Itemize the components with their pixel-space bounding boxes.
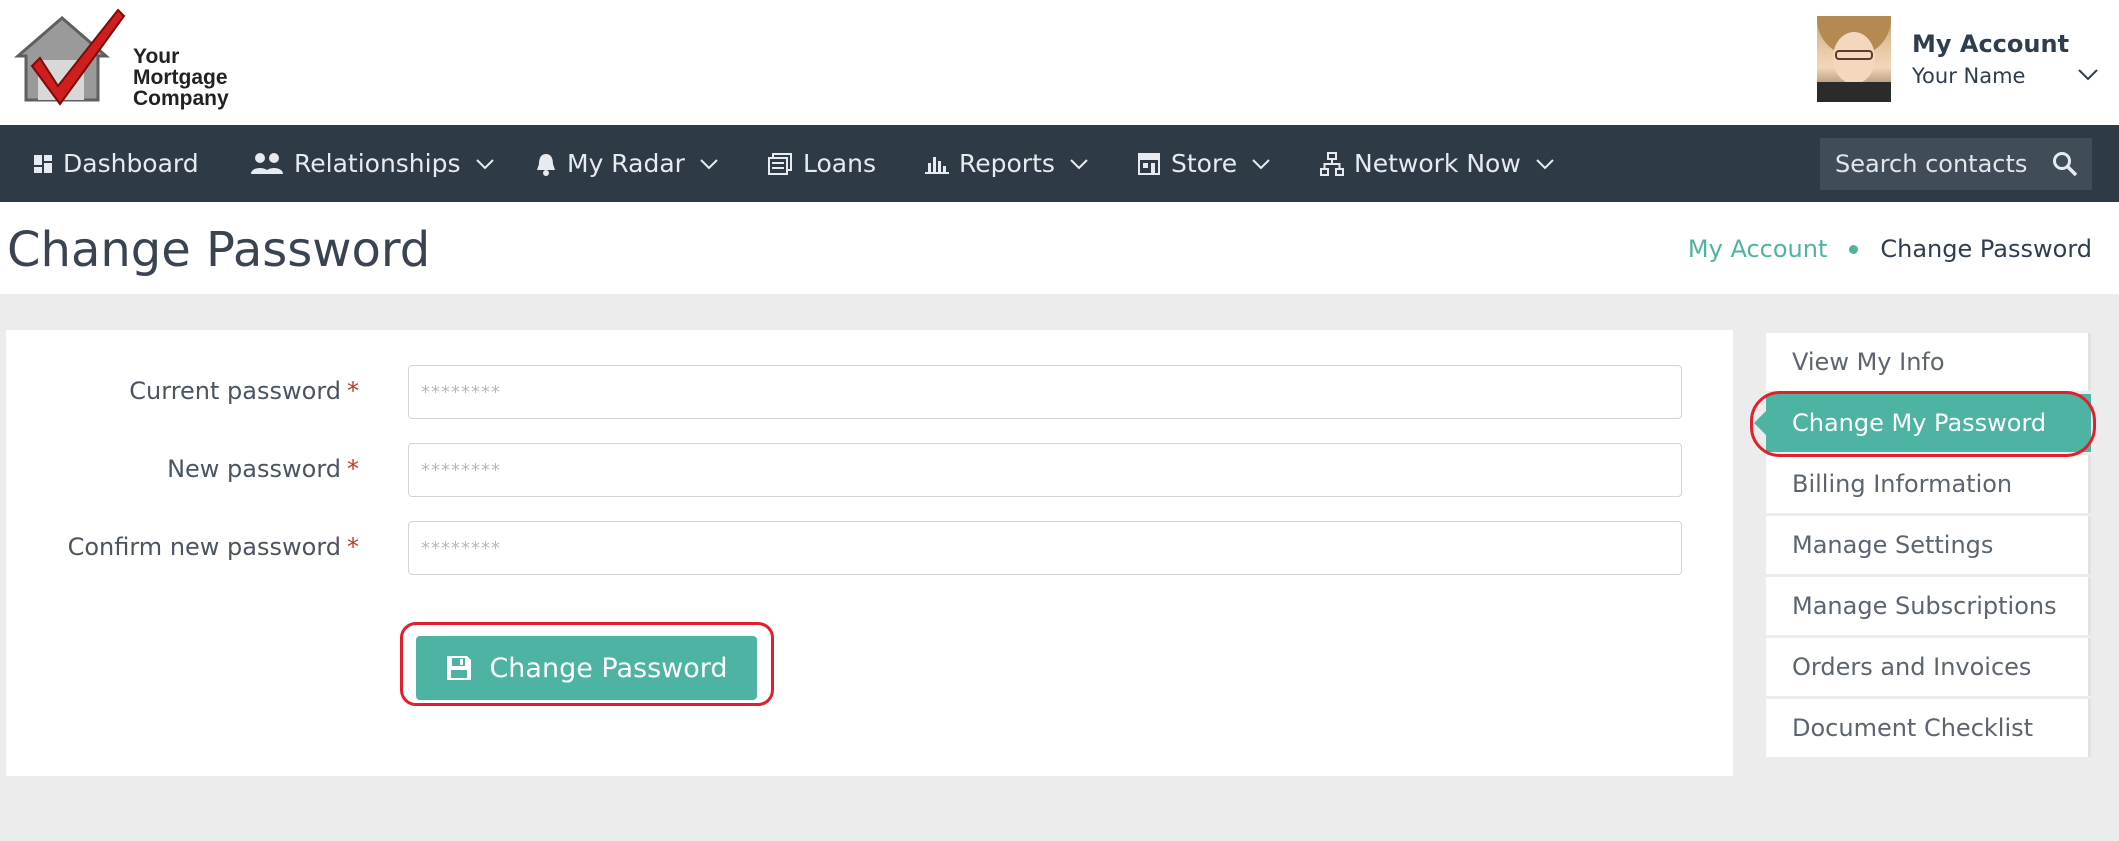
nav-item-dashboard[interactable]: Dashboard: [33, 125, 199, 202]
breadcrumb: My Account Change Password: [1688, 235, 2092, 263]
side-item-view-my-info[interactable]: View My Info: [1766, 333, 2091, 391]
nav-label: Store: [1171, 149, 1238, 178]
search-box: [1820, 138, 2092, 190]
nav-item-loans[interactable]: Loans: [767, 125, 876, 202]
new-password-label: New password *: [167, 455, 359, 483]
confirm-password-label: Confirm new password *: [67, 533, 359, 561]
page-header: Change Password My Account Change Passwo…: [0, 202, 2119, 294]
change-password-form: Current password * New password * Confirm …: [6, 330, 1733, 776]
side-item-manage-subscriptions[interactable]: Manage Subscriptions: [1766, 577, 2091, 635]
documents-icon: [768, 152, 792, 175]
company-logo[interactable]: Your Mortgage Company: [10, 8, 250, 113]
account-title: My Account: [1912, 30, 2070, 58]
new-password-input[interactable]: [408, 443, 1682, 497]
breadcrumb-current: Change Password: [1880, 235, 2092, 263]
confirm-password-input[interactable]: [408, 521, 1682, 575]
logo-line: Company: [133, 87, 229, 110]
nav-item-reports[interactable]: Reports: [925, 125, 1089, 202]
logo-line: Your: [133, 45, 180, 68]
chevron-down-icon: [1536, 158, 1554, 169]
side-item-orders-and-invoices[interactable]: Orders and Invoices: [1766, 638, 2091, 696]
side-item-billing-information[interactable]: Billing Information: [1766, 455, 2091, 513]
bell-icon: [537, 153, 555, 176]
nav-label: My Radar: [567, 149, 685, 178]
required-asterisk: *: [347, 377, 359, 405]
side-item-change-my-password[interactable]: Change My Password: [1754, 394, 2091, 452]
current-password-label: Current password *: [129, 377, 359, 405]
network-icon: [1320, 151, 1344, 176]
top-header: Your Mortgage Company My Account Your Na…: [0, 0, 2119, 125]
page-title: Change Password: [7, 222, 431, 278]
confirm-password-row: Confirm new password *: [6, 521, 1733, 575]
floppy-disk-icon: [447, 656, 472, 680]
dashboard-icon: [34, 154, 52, 173]
logo-text: Your Mortgage Company: [133, 46, 229, 109]
nav-label: Reports: [959, 149, 1055, 178]
main-navbar: Dashboard Relationships My Radar Loans R…: [0, 125, 2119, 202]
nav-label: Network Now: [1354, 149, 1521, 178]
breadcrumb-link-my-account[interactable]: My Account: [1688, 235, 1827, 263]
account-side-menu: View My Info Change My Password Billing …: [1754, 330, 2091, 757]
submit-highlight-outline: Change Password: [400, 622, 774, 706]
chevron-down-icon: [1252, 158, 1270, 169]
chevron-down-icon: [1070, 158, 1088, 169]
store-icon: [1138, 152, 1160, 175]
logo-line: Mortgage: [133, 66, 228, 89]
current-password-row: Current password *: [6, 365, 1733, 419]
users-icon: [251, 152, 283, 174]
nav-label: Relationships: [294, 149, 461, 178]
change-password-button[interactable]: Change Password: [416, 636, 757, 700]
bar-chart-icon: [925, 156, 949, 174]
nav-item-network-now[interactable]: Network Now: [1320, 125, 1555, 202]
breadcrumb-separator-dot: [1849, 244, 1859, 254]
nav-item-my-radar[interactable]: My Radar: [535, 125, 719, 202]
new-password-row: New password *: [6, 443, 1733, 497]
nav-label: Loans: [803, 149, 876, 178]
change-password-button-label: Change Password: [489, 652, 728, 684]
account-menu[interactable]: My Account Your Name: [1817, 16, 2107, 104]
nav-item-relationships[interactable]: Relationships: [250, 125, 495, 202]
nav-item-store[interactable]: Store: [1137, 125, 1271, 202]
required-asterisk: *: [347, 533, 359, 561]
side-item-document-checklist[interactable]: Document Checklist: [1766, 699, 2091, 757]
chevron-down-icon: [475, 158, 494, 169]
side-item-manage-settings[interactable]: Manage Settings: [1766, 516, 2091, 574]
required-asterisk: *: [347, 455, 359, 483]
current-password-input[interactable]: [408, 365, 1682, 419]
avatar: [1817, 16, 1891, 102]
search-input[interactable]: [1820, 138, 2040, 190]
nav-label: Dashboard: [63, 149, 199, 178]
house-check-logo-icon: [13, 8, 126, 106]
chevron-down-icon: [700, 158, 718, 169]
account-user-name: Your Name: [1912, 64, 2026, 88]
chevron-down-icon[interactable]: [2077, 68, 2099, 82]
search-icon[interactable]: [2052, 151, 2078, 177]
